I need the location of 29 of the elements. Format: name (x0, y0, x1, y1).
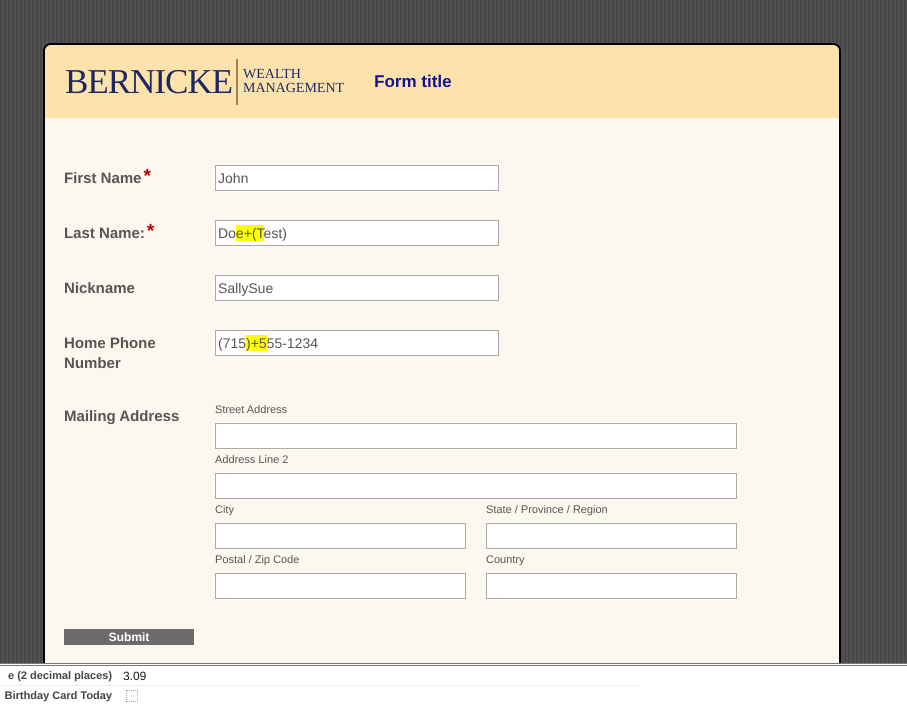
field-sublabel: State / Province / Region (486, 504, 609, 517)
field-sublabel: Address Line 2 (215, 454, 290, 467)
field-label: Home Phone Number (64, 334, 157, 374)
required-mark: * (144, 169, 151, 185)
field-sublabel: City (215, 504, 235, 517)
input-field[interactable]: John (215, 165, 499, 191)
field-label: Mailing Address (64, 407, 180, 427)
field-sublabel: Country (486, 554, 526, 567)
input-field[interactable] (486, 523, 737, 549)
input-field[interactable] (215, 573, 466, 599)
field-label: Last Name: (64, 224, 145, 244)
checkbox[interactable] (126, 690, 138, 702)
input-field[interactable]: SallySue (215, 275, 499, 301)
summary-value: 3.09 (123, 668, 146, 682)
input-field[interactable] (215, 473, 737, 499)
input-field[interactable] (486, 573, 737, 599)
input-field[interactable]: (715)+555-1234 (215, 330, 499, 356)
input-field[interactable] (215, 423, 737, 449)
input-field[interactable] (215, 523, 466, 549)
summary-label: e (2 decimal places) (7, 668, 112, 682)
input-field[interactable]: Doe+(Test) (215, 220, 499, 246)
summary-label: Birthday Card Today (4, 688, 112, 702)
field-sublabel: Postal / Zip Code (215, 554, 300, 567)
form-title: Form title (374, 72, 452, 92)
required-mark: * (146, 224, 154, 240)
field-sublabel: Street Address (215, 404, 288, 417)
field-label: First Name (64, 169, 142, 189)
field-label: Nickname (64, 279, 135, 299)
submit-button[interactable]: Submit (64, 629, 194, 645)
